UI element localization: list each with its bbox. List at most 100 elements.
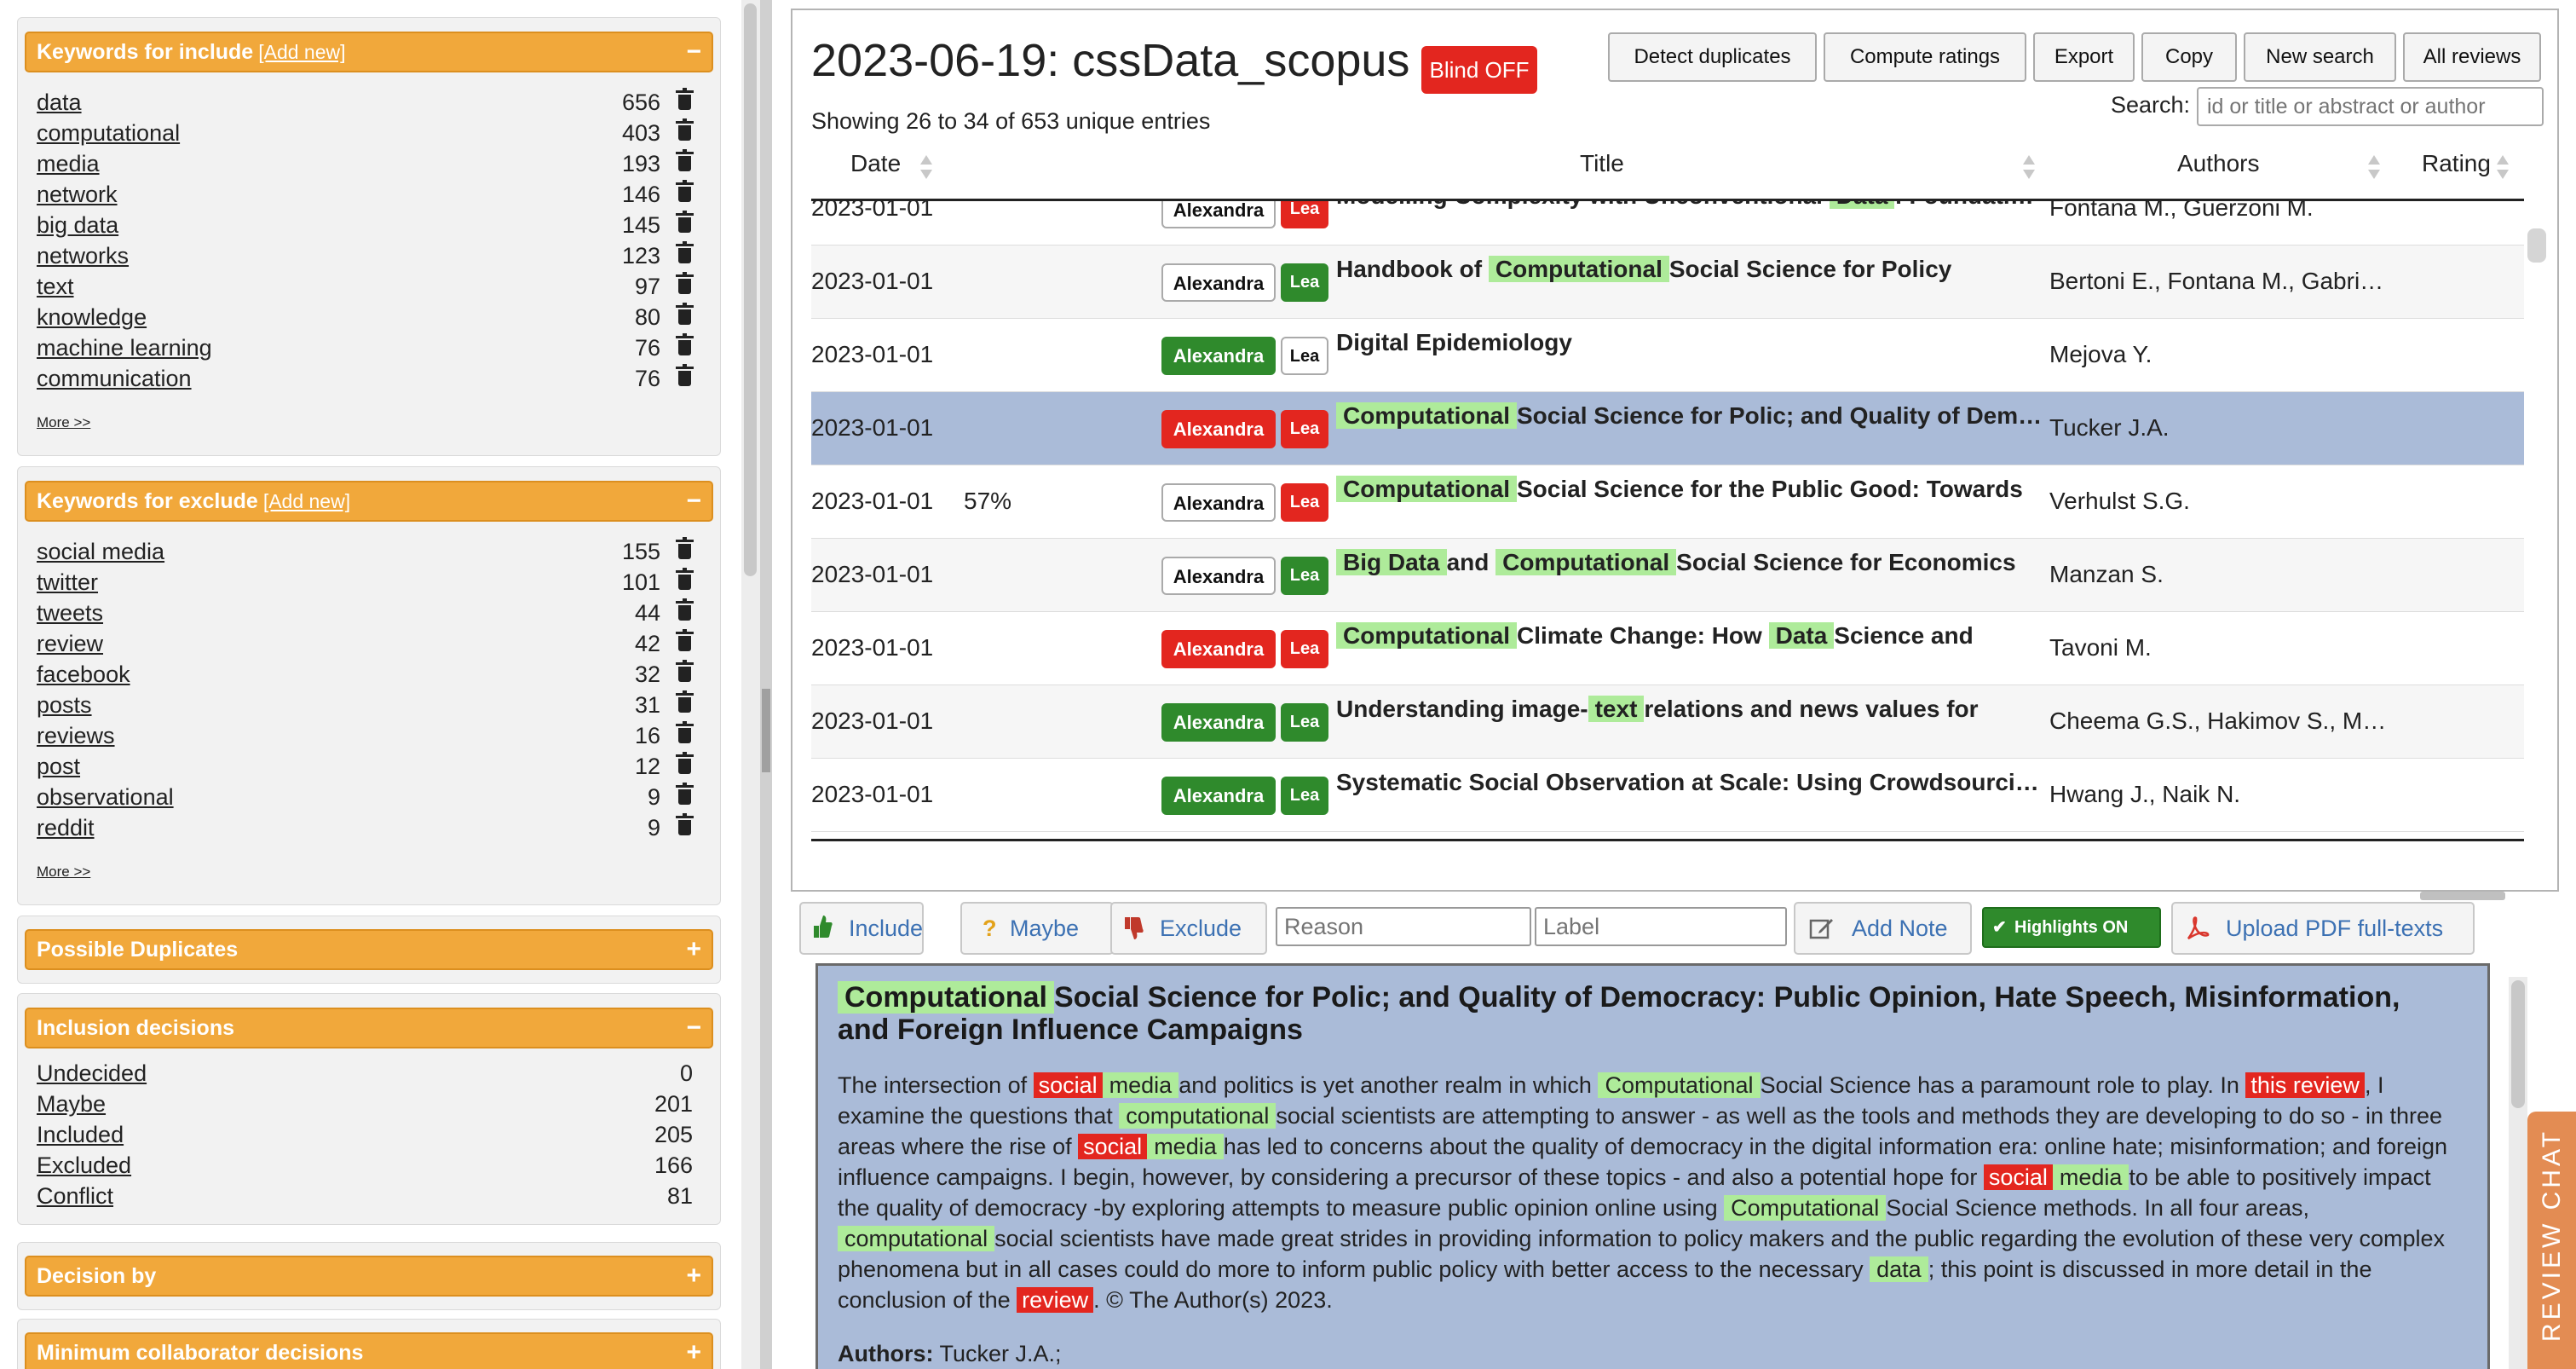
keyword-link[interactable]: post	[37, 754, 80, 779]
expand-icon[interactable]: +	[686, 1334, 701, 1369]
table-row[interactable]: 2023-01-01 57% Alexandra Lea Computational So…	[811, 465, 2524, 539]
trash-icon[interactable]	[676, 629, 694, 651]
keyword-link[interactable]: network	[37, 182, 118, 207]
trash-icon[interactable]	[676, 690, 694, 713]
review-chat-tab[interactable]: REVIEW CHAT	[2527, 1112, 2576, 1369]
divider-grip[interactable]	[762, 689, 770, 772]
table-row[interactable]: 2023-01-01 Alexandra Lea Computational Socia…	[811, 392, 2524, 465]
sidebar-scroll-thumb[interactable]	[744, 3, 757, 576]
sort-icon[interactable]	[2023, 155, 2035, 181]
trash-icon[interactable]	[676, 333, 694, 355]
keyword-link[interactable]: knowledge	[37, 304, 147, 330]
keyword-link[interactable]: review	[37, 631, 103, 656]
keyword-link[interactable]: reddit	[37, 815, 95, 840]
add-note-button[interactable]: Add Note	[1794, 902, 1972, 955]
reviewer-badge-lea[interactable]: Lea	[1281, 337, 1328, 375]
include-add-new-link[interactable]: [Add new]	[258, 41, 345, 63]
table-row[interactable]: 2023-01-01 Alexandra Lea Handbook of Comput…	[811, 245, 2524, 319]
table-row[interactable]: 2023-01-01 AlexandraLea Modelling Complexi…	[811, 201, 2524, 245]
reviewer-badge-alexandra[interactable]: Alexandra	[1161, 337, 1276, 375]
blind-toggle-button[interactable]: Blind OFF	[1421, 46, 1537, 94]
trash-icon[interactable]	[676, 211, 694, 233]
table-scroll-thumb[interactable]	[2527, 228, 2546, 263]
decision-link[interactable]: Conflict	[37, 1183, 113, 1209]
reviewer-badge-alexandra[interactable]: Alexandra	[1161, 201, 1276, 228]
column-header-date[interactable]: Date	[850, 150, 901, 177]
duplicates-panel-header[interactable]: Possible Duplicates +	[25, 929, 713, 970]
decision-link[interactable]: Undecided	[37, 1060, 147, 1086]
reviewer-badge-alexandra[interactable]: Alexandra	[1161, 557, 1276, 595]
trash-icon[interactable]	[676, 149, 694, 171]
expand-icon[interactable]: +	[686, 1257, 701, 1295]
min-collaborator-panel-header[interactable]: Minimum collaborator decisions +	[25, 1332, 713, 1369]
keyword-link[interactable]: computational	[37, 120, 180, 146]
sidebar-scrollbar[interactable]	[741, 0, 760, 1369]
trash-icon[interactable]	[676, 598, 694, 621]
keyword-link[interactable]: data	[37, 90, 82, 115]
table-row[interactable]: 2023-01-01 Alexandra Lea Systematic Social …	[811, 759, 2524, 832]
sort-icon[interactable]	[2368, 155, 2380, 181]
keyword-link[interactable]: communication	[37, 366, 192, 391]
sort-icon[interactable]	[920, 155, 932, 181]
reviewer-badge-alexandra[interactable]: Alexandra	[1161, 263, 1276, 302]
decisions-panel-header[interactable]: Inclusion decisions −	[25, 1008, 713, 1048]
reviewer-badge-lea[interactable]: Lea	[1281, 201, 1328, 228]
keyword-link[interactable]: posts	[37, 692, 92, 718]
keyword-link[interactable]: twitter	[37, 569, 98, 595]
copy-button[interactable]: Copy	[2141, 32, 2237, 82]
trash-icon[interactable]	[676, 180, 694, 202]
table-row[interactable]: 2023-01-01 Alexandra Lea Digital Epidemiolo…	[811, 319, 2524, 392]
exclude-button[interactable]: Exclude	[1110, 902, 1267, 955]
search-input[interactable]	[2197, 87, 2544, 126]
keyword-link[interactable]: reviews	[37, 723, 115, 748]
collapse-icon[interactable]: −	[686, 482, 701, 520]
reason-input[interactable]	[1276, 907, 1531, 946]
trash-icon[interactable]	[676, 752, 694, 774]
decision-link[interactable]: Included	[37, 1122, 124, 1147]
column-header-authors[interactable]: Authors	[2177, 150, 2260, 177]
reviewer-badge-lea[interactable]: Lea	[1281, 703, 1328, 742]
table-row[interactable]: 2023-01-01 Alexandra Lea Understanding imag…	[811, 685, 2524, 759]
reviewer-badge-alexandra[interactable]: Alexandra	[1161, 703, 1276, 742]
detail-scrollbar[interactable]	[2509, 977, 2527, 1369]
keyword-link[interactable]: machine learning	[37, 335, 212, 361]
keyword-link[interactable]: networks	[37, 243, 129, 269]
sort-icon[interactable]	[2497, 155, 2509, 181]
table-row[interactable]: 2023-01-01 Alexandra Lea Big Data and Comput…	[811, 539, 2524, 612]
reviewer-badge-lea[interactable]: Lea	[1281, 777, 1328, 815]
maybe-button[interactable]: ? Maybe	[960, 902, 1114, 955]
trash-icon[interactable]	[676, 568, 694, 590]
include-more-link[interactable]: More >>	[37, 414, 90, 431]
trash-icon[interactable]	[676, 813, 694, 835]
export-button[interactable]: Export	[2033, 32, 2135, 82]
trash-icon[interactable]	[676, 272, 694, 294]
all-reviews-button[interactable]: All reviews	[2403, 32, 2541, 82]
include-button[interactable]: Include	[799, 902, 924, 955]
reviewer-badge-lea[interactable]: Lea	[1281, 630, 1328, 668]
exclude-more-link[interactable]: More >>	[37, 864, 90, 881]
keyword-link[interactable]: text	[37, 274, 74, 299]
exclude-add-new-link[interactable]: [Add new]	[263, 490, 350, 512]
keyword-link[interactable]: tweets	[37, 600, 103, 626]
compute-ratings-button[interactable]: Compute ratings	[1824, 32, 2026, 82]
trash-icon[interactable]	[676, 721, 694, 743]
trash-icon[interactable]	[676, 364, 694, 386]
detect-duplicates-button[interactable]: Detect duplicates	[1608, 32, 1817, 82]
pane-divider[interactable]	[760, 0, 772, 1369]
label-input[interactable]	[1535, 907, 1787, 946]
trash-icon[interactable]	[676, 783, 694, 805]
new-search-button[interactable]: New search	[2244, 32, 2396, 82]
reviewer-badge-alexandra[interactable]: Alexandra	[1161, 483, 1276, 522]
trash-icon[interactable]	[676, 660, 694, 682]
expand-icon[interactable]: +	[686, 931, 701, 968]
decision-link[interactable]: Maybe	[37, 1091, 106, 1117]
pane-resize-handle[interactable]	[2420, 892, 2505, 900]
keyword-link[interactable]: media	[37, 151, 100, 176]
trash-icon[interactable]	[676, 537, 694, 559]
reviewer-badge-lea[interactable]: Lea	[1281, 410, 1328, 448]
include-panel-header[interactable]: Keywords for include [Add new] −	[25, 32, 713, 72]
decision-link[interactable]: Excluded	[37, 1152, 131, 1178]
detail-scroll-thumb[interactable]	[2511, 980, 2525, 1108]
collapse-icon[interactable]: −	[686, 33, 701, 71]
trash-icon[interactable]	[676, 241, 694, 263]
